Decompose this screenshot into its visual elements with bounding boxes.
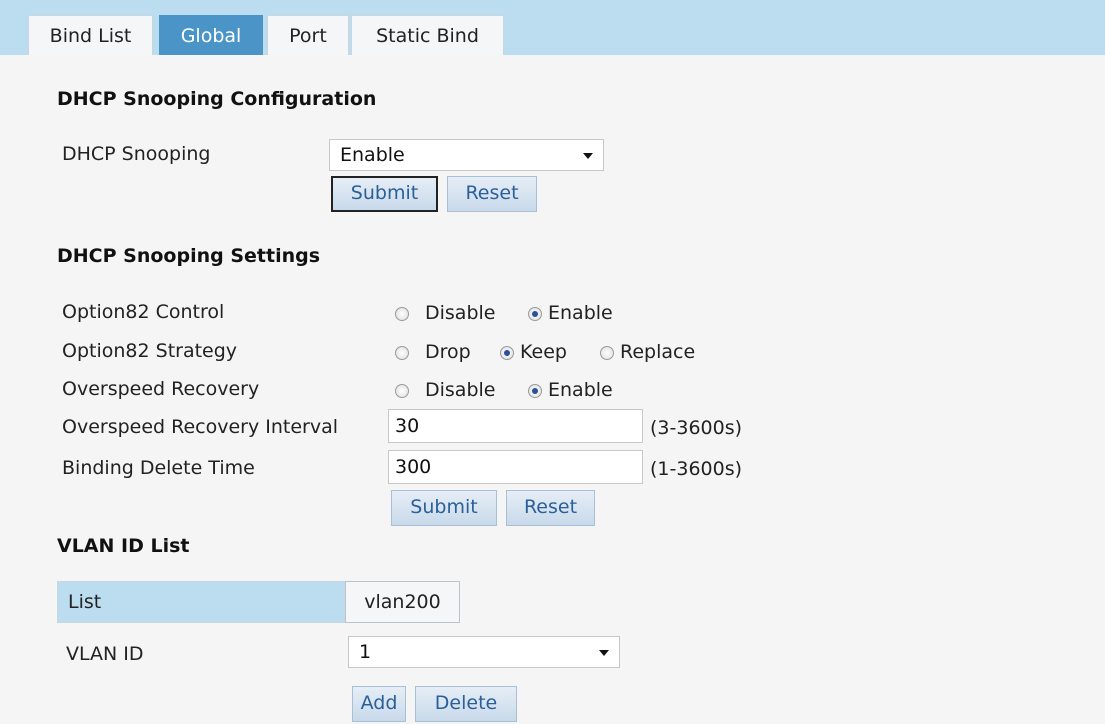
config-submit-button[interactable]: Submit — [331, 176, 438, 212]
tab-bar: Bind List Global Port Static Bind — [0, 0, 1105, 55]
option82-control-label: Option82 Control — [62, 301, 225, 323]
binding-delete-label: Binding Delete Time — [62, 457, 255, 479]
vlan-list-header: List — [57, 581, 345, 623]
config-reset-button[interactable]: Reset — [447, 176, 537, 212]
tab-port[interactable]: Port — [267, 15, 349, 55]
tab-bind-list[interactable]: Bind List — [28, 15, 153, 55]
option82-strategy-replace-radio[interactable] — [600, 346, 614, 360]
option82-strategy-keep-label: Keep — [520, 341, 567, 363]
option82-control-disable-label: Disable — [425, 302, 496, 324]
overspeed-recovery-disable-radio[interactable] — [395, 384, 409, 398]
vlan-id-select[interactable]: 1 — [348, 636, 620, 668]
option82-control-enable-radio[interactable] — [528, 307, 542, 321]
vlan-id-label: VLAN ID — [66, 643, 144, 665]
recovery-interval-hint: (3-3600s) — [650, 417, 743, 439]
tab-static-bind[interactable]: Static Bind — [351, 15, 504, 55]
option82-strategy-replace-label: Replace — [620, 341, 696, 363]
chevron-down-icon — [599, 650, 609, 656]
dhcp-snooping-label: DHCP Snooping — [62, 143, 211, 165]
option82-control-disable-radio[interactable] — [395, 307, 409, 321]
binding-delete-input[interactable]: 300 — [388, 450, 643, 484]
recovery-interval-input[interactable]: 30 — [388, 409, 643, 443]
vlan-id-value: 1 — [359, 641, 372, 663]
dhcp-snooping-select[interactable]: Enable — [329, 139, 604, 171]
recovery-interval-label: Overspeed Recovery Interval — [62, 416, 339, 438]
vlan-add-button[interactable]: Add — [352, 686, 406, 722]
vlan-delete-button[interactable]: Delete — [415, 686, 517, 722]
option82-strategy-keep-radio[interactable] — [500, 346, 514, 360]
settings-reset-button[interactable]: Reset — [506, 490, 595, 526]
settings-section-title: DHCP Snooping Settings — [57, 245, 321, 267]
option82-strategy-drop-label: Drop — [425, 341, 471, 363]
overspeed-recovery-enable-radio[interactable] — [528, 384, 542, 398]
overspeed-recovery-disable-label: Disable — [425, 379, 496, 401]
overspeed-recovery-label: Overspeed Recovery — [62, 378, 260, 400]
vlan-list-item[interactable]: vlan200 — [345, 581, 460, 623]
vlan-section-title: VLAN ID List — [57, 535, 190, 557]
option82-control-enable-label: Enable — [548, 302, 613, 324]
option82-strategy-drop-radio[interactable] — [395, 346, 409, 360]
option82-strategy-label: Option82 Strategy — [62, 340, 238, 362]
dhcp-snooping-value: Enable — [340, 144, 405, 166]
tab-global[interactable]: Global — [159, 15, 263, 55]
overspeed-recovery-enable-label: Enable — [548, 379, 613, 401]
settings-submit-button[interactable]: Submit — [391, 490, 497, 526]
binding-delete-hint: (1-3600s) — [650, 458, 743, 480]
config-section-title: DHCP Snooping Configuration — [57, 88, 377, 110]
chevron-down-icon — [583, 153, 593, 159]
